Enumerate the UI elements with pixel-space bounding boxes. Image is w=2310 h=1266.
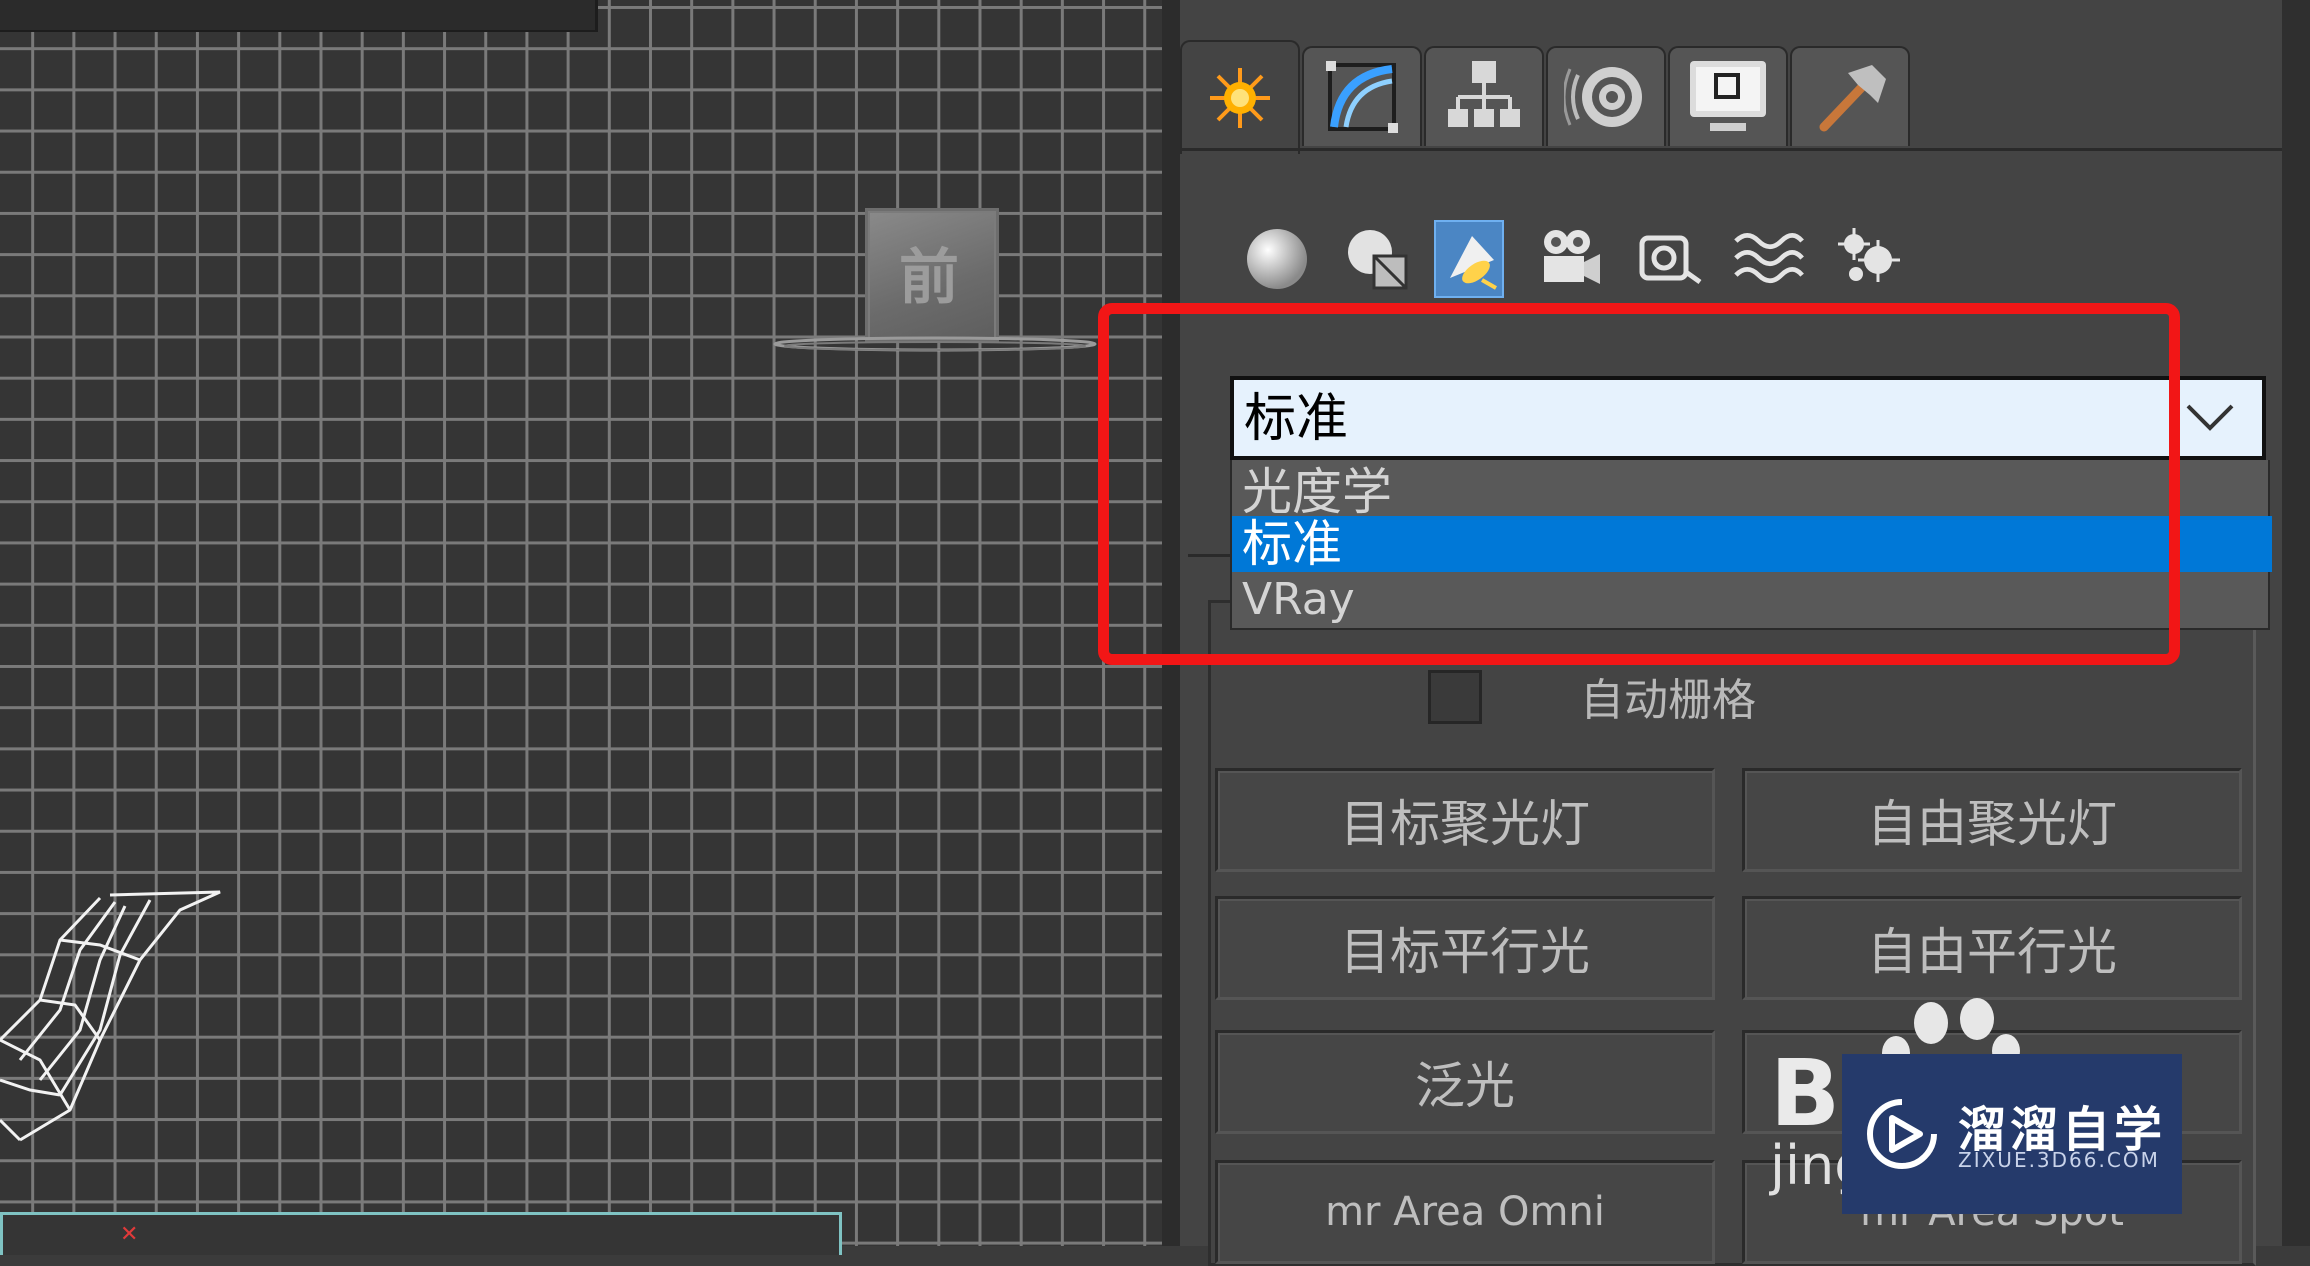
tab-modify[interactable] [1302,46,1422,146]
panel-scrollbar[interactable] [2282,0,2310,1246]
light-object-label: 前 [899,242,959,313]
category-shapes[interactable] [1342,220,1412,298]
helpers-icon [1639,235,1702,285]
command-panel-tabs [1180,40,2280,154]
tabs-baseline [1180,148,2282,151]
modify-icon [1326,61,1398,133]
tab-hierarchy[interactable] [1424,46,1544,146]
create-category-bar [1230,220,1930,300]
cameras-icon [1544,230,1600,284]
create-icon [1210,68,1270,128]
light-object[interactable]: 前 [865,208,999,342]
baidu-logo-text: B [1770,1040,1841,1147]
category-lights[interactable] [1434,220,1504,298]
autogrid-checkbox[interactable] [1428,670,1482,724]
category-space-warps[interactable] [1734,220,1804,298]
display-icon [1690,61,1766,131]
tab-motion[interactable] [1546,46,1666,146]
free-direct-button[interactable]: 自由平行光 [1742,896,2242,1000]
play-logo-icon [1867,1099,1937,1169]
geometry-icon [1247,229,1307,289]
category-cameras[interactable] [1534,220,1604,298]
systems-icon [1838,228,1900,282]
target-direct-button[interactable]: 目标平行光 [1215,896,1715,1000]
zixue-url: ZIXUE.3D66.COM [1958,1148,2160,1172]
hierarchy-icon [1448,61,1520,127]
category-helpers[interactable] [1634,220,1704,298]
autogrid-label: 自动栅格 [1580,675,1756,726]
tab-display[interactable] [1668,46,1788,146]
tab-create[interactable] [1180,40,1300,154]
chevron-down-icon[interactable] [2180,392,2240,442]
light-ground-ring [773,336,1097,352]
free-spot-button[interactable]: 自由聚光灯 [1742,768,2242,872]
wireframe-object[interactable] [0,880,240,1180]
mr-area-omni-button[interactable]: mr Area Omni [1215,1160,1715,1264]
motion-icon [1564,67,1642,127]
viewport-label-bar[interactable] [0,0,598,32]
shapes-icon [1348,230,1408,290]
tab-utilities[interactable] [1790,46,1910,146]
space-warps-icon [1734,233,1804,284]
target-spot-button[interactable]: 目标聚光灯 [1215,768,1715,872]
axis-x-icon: ✕ [120,1222,139,1247]
lights-icon [1450,236,1497,290]
category-systems[interactable] [1834,220,1904,298]
category-geometry[interactable] [1242,220,1312,298]
omni-button[interactable]: 泛光 [1215,1030,1715,1134]
annotation-highlight-box [1098,303,2180,665]
utilities-icon [1819,65,1886,132]
